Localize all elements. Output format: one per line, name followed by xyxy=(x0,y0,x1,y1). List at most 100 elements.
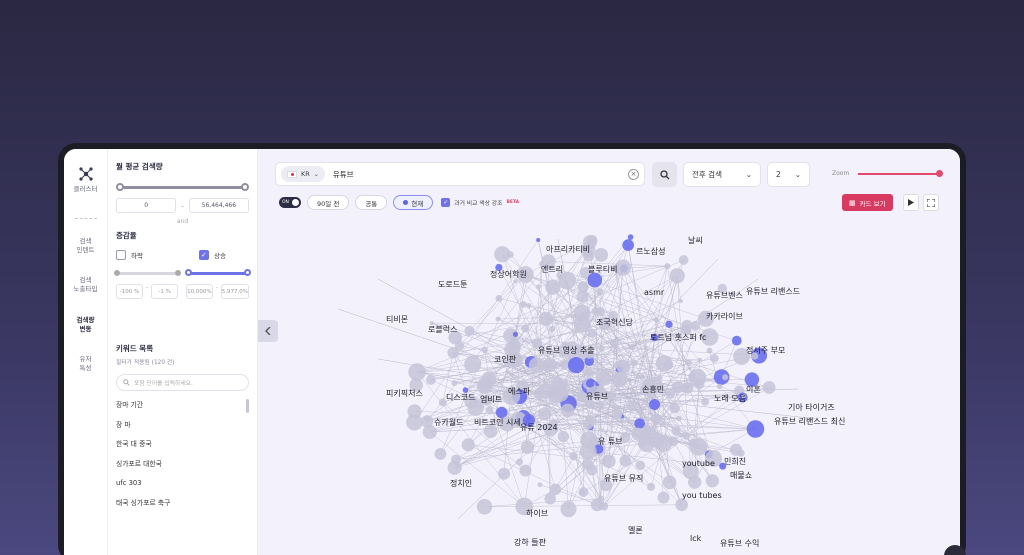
graph-label[interactable]: 디스코드 xyxy=(446,393,475,402)
nav-volume-change[interactable]: 검색량 변동 xyxy=(66,316,106,334)
decrease-min-input[interactable]: -100 % xyxy=(116,284,143,299)
graph-label[interactable]: 날씨 xyxy=(688,235,703,245)
scrollbar[interactable] xyxy=(246,399,249,413)
volume-max-handle[interactable] xyxy=(241,183,249,191)
volume-min-handle[interactable] xyxy=(116,183,124,191)
list-item[interactable]: 싱가포르 대한국 xyxy=(116,458,249,478)
graph-label[interactable]: 기아 타이거즈 xyxy=(788,402,835,412)
graph-label[interactable]: 슈카월드 xyxy=(434,417,463,427)
network-graph[interactable]: 날씨아프리카티비 르노삼성정상어학원 엔트리 블루티비도로드툰 asmr 유튜브벤스 유튜브… xyxy=(258,219,954,555)
keyword-search-input[interactable]: 포함 단어를 입력하세요. xyxy=(116,374,249,391)
clear-icon[interactable]: × xyxy=(628,168,639,180)
decrease-label: 하락 xyxy=(131,252,143,260)
graph-label[interactable]: 유튜브 수익 xyxy=(720,538,759,548)
graph-node xyxy=(557,430,569,443)
list-item[interactable]: 태국 싱가포르 축구 xyxy=(116,497,249,517)
graph-node xyxy=(525,303,532,309)
volume-min-input[interactable]: 0 xyxy=(116,198,177,213)
list-item[interactable]: 장마 기간 xyxy=(116,399,249,419)
zoom-slider[interactable] xyxy=(858,173,941,175)
graph-label[interactable]: 유튜브 리밴스드 최신 xyxy=(774,416,845,426)
decrease-max-input[interactable]: -1 % xyxy=(151,284,179,299)
graph-label[interactable]: 조국혁신당 xyxy=(596,317,633,327)
korea-flag-icon xyxy=(287,170,297,178)
past-highlight-checkbox[interactable]: ✓ 과거 비교 색상 강조 BETA xyxy=(441,198,519,207)
list-item[interactable]: 한국 대 중국 xyxy=(116,438,249,458)
nav-search-intent[interactable]: 검색 인텐트 xyxy=(66,237,106,255)
graph-label[interactable]: youtube xyxy=(682,459,715,468)
graph-label[interactable]: 민희진 xyxy=(724,456,746,466)
graph-label[interactable]: 도로드툰 xyxy=(438,280,467,289)
decrease-slider[interactable] xyxy=(114,268,181,278)
graph-label[interactable]: 유튜브 xyxy=(586,392,608,401)
graph-label[interactable]: 블루티비 xyxy=(588,264,617,274)
graph-label[interactable]: 이혼 xyxy=(746,384,761,394)
search-input[interactable]: 유튜브 xyxy=(333,169,628,180)
graph-label[interactable]: 유튜브 영상 추출 xyxy=(538,345,595,355)
graph-label[interactable]: 유튜브 리밴스드 xyxy=(746,287,800,296)
depth-select[interactable]: 2 ⌄ xyxy=(767,162,810,187)
graph-label[interactable]: 토트넘 홋스퍼 fc xyxy=(650,332,706,342)
checkbox-box[interactable] xyxy=(116,250,126,260)
graph-node xyxy=(560,403,575,418)
nav-exposure-type[interactable]: 검색 노출타입 xyxy=(66,276,106,294)
graph-label[interactable]: 아프리카티비 xyxy=(546,244,590,254)
graph-label[interactable]: 정상어학원 xyxy=(490,269,527,279)
graph-label[interactable]: 에스파 xyxy=(508,387,531,396)
nav-user-traits[interactable]: 유저 특성 xyxy=(66,355,106,373)
graph-label[interactable]: 업비트 xyxy=(480,395,502,404)
graph-label[interactable]: 피키픽처스 xyxy=(386,388,423,398)
graph-label[interactable]: 엔트리 xyxy=(541,264,563,274)
graph-label[interactable]: 르노삼성 xyxy=(636,246,665,256)
graph-label[interactable]: 유 튜브 xyxy=(598,437,623,446)
search-bar[interactable]: KR ⌄ 유튜브 × xyxy=(275,162,645,186)
graph-label[interactable]: 카카라이브 xyxy=(706,311,743,321)
graph-node xyxy=(595,370,612,386)
graph-label[interactable]: you tubes xyxy=(682,491,722,500)
nav-cluster[interactable]: 클러스터 xyxy=(66,185,106,194)
graph-label[interactable]: 코인판 xyxy=(494,354,517,364)
on-toggle[interactable]: ON xyxy=(279,197,301,208)
graph-label[interactable]: 정치인 xyxy=(450,478,472,488)
graph-label[interactable]: 정서주 부모 xyxy=(746,345,785,355)
graph-label[interactable]: 유튜 2024 xyxy=(520,423,558,432)
graph-label[interactable]: lck xyxy=(690,534,702,543)
graph-label[interactable]: 로블럭스 xyxy=(428,324,457,334)
graph-label[interactable]: 손흥민 xyxy=(642,384,664,394)
mode-select[interactable]: 전후 검색 ⌄ xyxy=(683,162,761,187)
graph-label[interactable]: 멜론 xyxy=(628,525,643,535)
increase-slider[interactable] xyxy=(184,268,251,278)
graph-label[interactable]: 강하 들판 xyxy=(514,537,547,547)
graph-label[interactable]: 비트코인 시세 xyxy=(474,417,521,427)
graph-label[interactable]: 매물쇼 xyxy=(730,471,752,480)
graph-node xyxy=(665,320,673,328)
graph-node xyxy=(613,410,623,420)
volume-slider[interactable] xyxy=(116,182,249,192)
graph-label[interactable]: 노래 모음 xyxy=(714,394,746,403)
graph-label[interactable]: asmr xyxy=(644,288,665,297)
decrease-checkbox[interactable]: 하락 xyxy=(116,250,143,260)
volume-max-input[interactable]: 56,464,466 xyxy=(188,198,250,213)
cluster-icon[interactable] xyxy=(77,165,95,183)
graph-label[interactable]: 유튜브 뮤직 xyxy=(604,473,643,483)
check-icon[interactable]: ✓ xyxy=(198,250,209,260)
zoom-handle[interactable] xyxy=(936,170,943,177)
graph-label[interactable]: 하이브 xyxy=(526,508,548,518)
country-select[interactable]: KR ⌄ xyxy=(281,166,325,182)
range-90-button[interactable]: 90일 전 xyxy=(307,195,350,210)
graph-label[interactable]: 유튜브벤스 xyxy=(706,290,743,300)
graph-label[interactable]: 티비몬 xyxy=(386,315,408,324)
check-icon[interactable]: ✓ xyxy=(441,198,451,207)
list-item[interactable]: 장 마 xyxy=(116,419,249,439)
graph-node xyxy=(513,279,518,284)
play-button[interactable] xyxy=(903,194,919,211)
increase-max-input[interactable]: 5,977,0% xyxy=(220,284,249,299)
list-item[interactable]: ufc 303 xyxy=(116,477,249,497)
common-button[interactable]: 공통 xyxy=(355,195,388,210)
fullscreen-button[interactable] xyxy=(923,194,939,211)
search-button[interactable] xyxy=(652,162,677,187)
increase-min-input[interactable]: 10,000% xyxy=(186,284,213,299)
card-view-button[interactable]: ▦ 카드 보기 xyxy=(842,194,893,211)
increase-checkbox[interactable]: ✓ 상승 xyxy=(198,250,226,260)
current-button[interactable]: 현재 xyxy=(393,195,434,210)
